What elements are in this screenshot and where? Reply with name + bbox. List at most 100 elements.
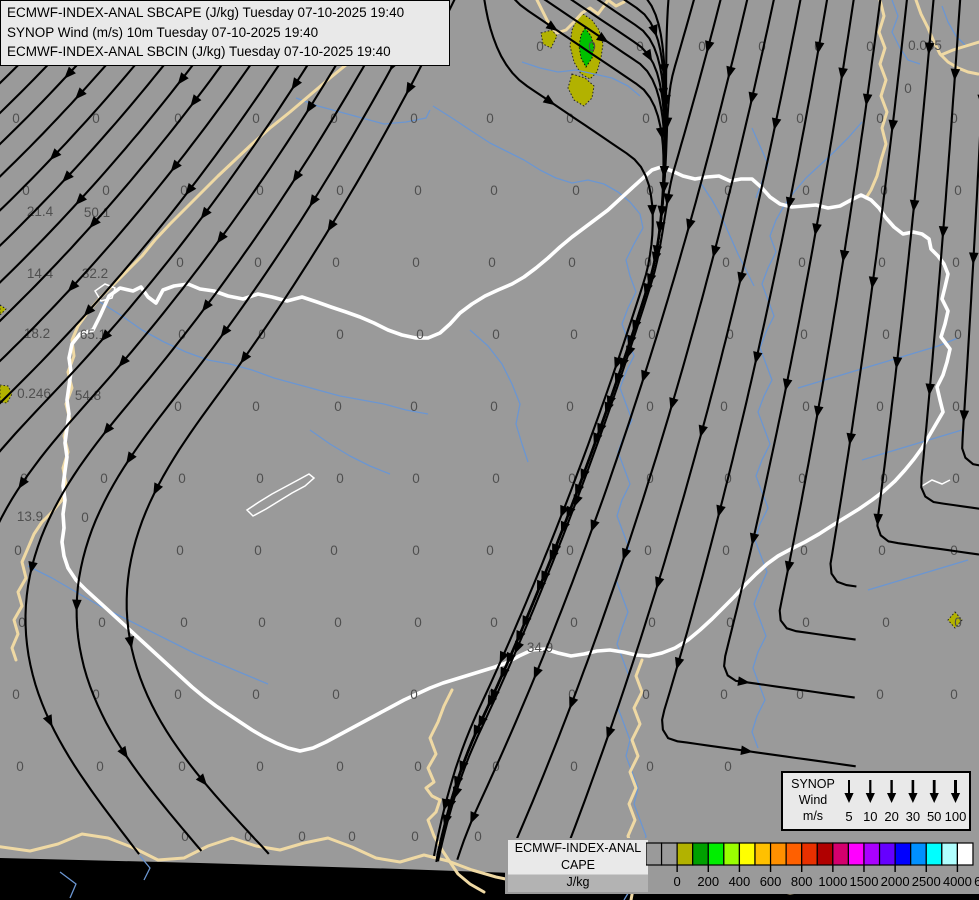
zero-value-label: 0 <box>474 829 482 844</box>
zero-value-label: 0 <box>174 687 182 702</box>
zero-value-label: 0 <box>14 543 22 558</box>
zero-value-label: 0 <box>642 111 650 126</box>
zero-value-label: 0 <box>254 543 262 558</box>
map-title-box: ECMWF-INDEX-ANAL SBCAPE (J/kg) Tuesday 0… <box>0 0 450 66</box>
cape-color-cell <box>863 842 881 866</box>
cape-color-cell <box>847 842 865 866</box>
cape-color-cell <box>769 842 787 866</box>
wind-legend-title: SYNOP <box>791 777 835 791</box>
zero-value-label: 0 <box>254 255 262 270</box>
zero-value-label: 0 <box>330 543 338 558</box>
cape-legend-units: J/kg <box>566 875 590 889</box>
zero-value-label: 0 <box>798 255 806 270</box>
zero-value-label: 0 <box>648 615 656 630</box>
zero-value-label: 0 <box>100 471 108 486</box>
zero-value-label: 0 <box>566 399 574 414</box>
zero-value-label: 0 <box>644 543 652 558</box>
station-value-label: 14.4 <box>27 266 54 281</box>
zero-value-label: 0 <box>722 543 730 558</box>
zero-value-label: 0 <box>336 327 344 342</box>
zero-value-label: 0 <box>492 327 500 342</box>
wind-legend-title-box: SYNOP Wind m/s <box>787 776 839 824</box>
wind-legend-subtitle: Wind <box>798 793 828 807</box>
zero-value-label: 0 <box>722 255 730 270</box>
wind-legend-units: m/s <box>802 809 824 823</box>
zero-value-label: 0 <box>802 183 810 198</box>
zero-value-label: 0 <box>256 471 264 486</box>
cape-color-cell <box>816 842 834 866</box>
wind-arrows-svg: 5 10 20 30 50 100 <box>844 780 967 824</box>
cape-tick-label: 6000 <box>974 874 979 889</box>
zero-value-label: 0 <box>336 183 344 198</box>
zero-value-label: 0 <box>176 255 184 270</box>
cape-legend-title-box: ECMWF-INDEX-ANAL CAPE J/kg <box>508 840 648 892</box>
wind-arrow-head-icon <box>844 793 854 803</box>
zero-value-label: 0 <box>796 111 804 126</box>
cape-tick-label: 600 <box>760 874 782 889</box>
zero-value-label: 0 <box>334 615 342 630</box>
cape-tick-label: 800 <box>791 874 813 889</box>
zero-value-label: 0 <box>646 399 654 414</box>
zero-value-label: 0 <box>952 255 960 270</box>
zero-value-label: 0 <box>570 759 578 774</box>
zero-value-label: 0 <box>802 615 810 630</box>
zero-value-label: 0 <box>882 327 890 342</box>
cape-colorbar: 0 200 400 600 800 100015002000250040006000 <box>645 841 979 895</box>
zero-value-label: 0 <box>334 399 342 414</box>
station-value-label: 0.246 <box>17 386 51 401</box>
wind-arrow-head-icon <box>929 793 939 803</box>
title-wind: SYNOP Wind (m/s) 10m Tuesday 07-10-2025 … <box>7 24 319 40</box>
wind-speed-label: 20 <box>884 809 898 824</box>
zero-value-label: 0 <box>876 687 884 702</box>
zero-value-label: 0 <box>16 759 24 774</box>
cape-color-cell <box>723 842 741 866</box>
cape-color-cell <box>676 842 694 866</box>
wind-arrow-head-icon <box>887 793 897 803</box>
zero-value-label: 0 <box>410 111 418 126</box>
cape-tick-label: 1500 <box>850 874 879 889</box>
zero-value-label: 0 <box>488 255 496 270</box>
wind-speed-label: 100 <box>945 809 967 824</box>
wind-arrow-head-icon <box>908 793 918 803</box>
cape-tick-label: 2500 <box>912 874 941 889</box>
zero-value-label: 0 <box>336 759 344 774</box>
wind-speed-label: 50 <box>927 809 941 824</box>
station-value-label: 0 <box>81 510 89 525</box>
zero-value-label: 0 <box>298 829 306 844</box>
zero-value-label: 0 <box>412 471 420 486</box>
zero-value-label: 0 <box>178 471 186 486</box>
cape-bar-svg: 0 200 400 600 800 100015002000250040006000 <box>645 842 979 889</box>
zero-value-label: 0 <box>410 687 418 702</box>
zero-value-label: 0 <box>414 615 422 630</box>
zero-value-label: 0 <box>800 327 808 342</box>
zero-value-label: 0 <box>952 471 960 486</box>
station-value-label: 13.9 <box>17 509 43 524</box>
zero-value-label: 0 <box>698 39 706 54</box>
cape-tick-label: 400 <box>729 874 751 889</box>
zero-value-label: 0 <box>332 255 340 270</box>
cape-color-cell <box>660 842 678 866</box>
zero-value-label: 0 <box>98 615 106 630</box>
zero-value-label: 0 <box>102 183 110 198</box>
cape-color-cell <box>754 842 772 866</box>
zero-value-label: 0 <box>486 543 494 558</box>
wind-legend-arrows: 5 10 20 30 50 100 <box>839 773 967 827</box>
cape-tick-label: 1000 <box>818 874 847 889</box>
wind-speed-label: 30 <box>906 809 920 824</box>
cape-color-cell <box>645 842 663 866</box>
zero-value-label: 0 <box>572 183 580 198</box>
zero-value-label: 0 <box>411 829 419 844</box>
zero-value-label: 0 <box>642 687 650 702</box>
zero-value-label: 0 <box>414 759 422 774</box>
zero-value-label: 0 <box>412 543 420 558</box>
zero-value-label: 0 <box>490 615 498 630</box>
wind-arrow-head-icon <box>865 793 875 803</box>
zero-value-label: 0 <box>256 759 264 774</box>
cape-color-cell <box>941 842 958 866</box>
zero-value-label: 0 <box>720 687 728 702</box>
zero-value-label: 0 <box>410 399 418 414</box>
zero-value-label: 0 <box>876 111 884 126</box>
zero-value-label: 0 <box>490 399 498 414</box>
zero-value-label: 0 <box>568 255 576 270</box>
zero-value-label: 0 <box>180 615 188 630</box>
